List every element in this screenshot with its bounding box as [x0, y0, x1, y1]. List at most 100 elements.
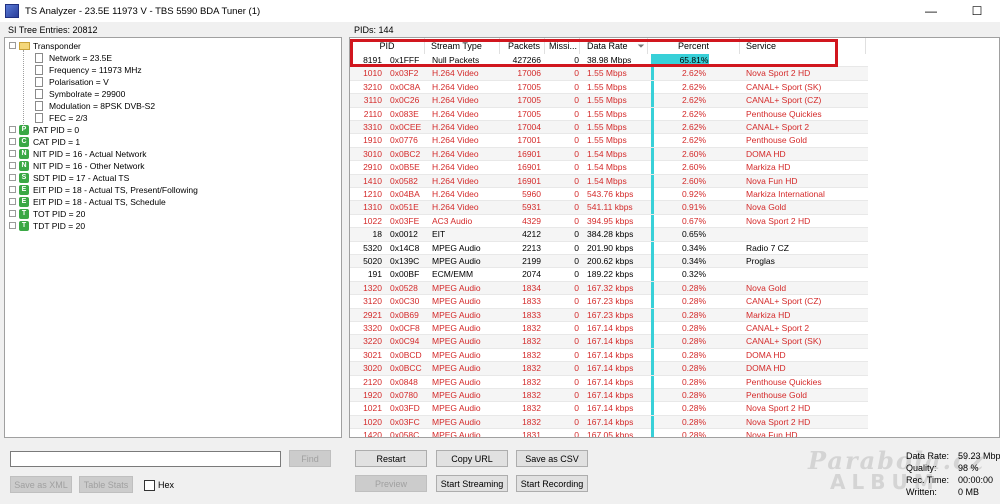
tree-item[interactable]: Network = 23.5E [5, 52, 335, 64]
table-row[interactable]: 5320 0x14C8 MPEG Audio 2213 0 201.90 kbps 0.34… [350, 241, 868, 255]
table-row[interactable]: 1410 0x0582 H.264 Video 16901 0 1.54 Mbps 2.60… [350, 174, 868, 188]
cell-missing: 0 [574, 95, 579, 106]
table-row[interactable]: 1210 0x04BA H.264 Video 5960 0 543.76 kbps 0.9… [350, 188, 868, 202]
table-row[interactable]: 1910 0x0776 H.264 Video 17001 0 1.55 Mbps 2.62… [350, 134, 868, 148]
table-row[interactable]: 1320 0x0528 MPEG Audio 1834 0 167.32 kbps 0.28… [350, 281, 868, 296]
table-row[interactable]: 3120 0x0C30 MPEG Audio 1833 0 167.23 kbps 0.28… [350, 295, 868, 309]
copy-url-button[interactable]: Copy URL [436, 450, 508, 467]
cell-pid-dec: 1920 [363, 390, 382, 400]
table-row[interactable]: 3210 0x0C8A H.264 Video 17005 0 1.55 Mbps 2.62… [350, 80, 868, 95]
table-row[interactable]: 3220 0x0C94 MPEG Audio 1832 0 167.14 kbps 0.28… [350, 335, 868, 349]
table-row[interactable]: 2910 0x0B5E H.264 Video 16901 0 1.54 Mbps 2.60… [350, 161, 868, 175]
table-row[interactable]: 1021 0x03FD MPEG Audio 1832 0 167.14 kbps 0.28… [350, 402, 868, 416]
tree-item[interactable]: T TOT PID = 20 [5, 208, 335, 220]
cell-missing: 0 [574, 229, 579, 240]
expand-icon[interactable] [9, 198, 16, 205]
tree-item[interactable]: S SDT PID = 17 - Actual TS [5, 172, 335, 184]
expand-icon[interactable] [9, 174, 16, 181]
restart-button[interactable]: Restart [355, 450, 427, 467]
table-row[interactable]: 1420 0x058C MPEG Audio 1831 0 167.05 kbps 0.28… [350, 429, 868, 438]
search-input[interactable] [10, 451, 281, 467]
table-row[interactable]: 191 0x00BF ECM/EMM 2074 0 189.22 kbps 0.32% [350, 268, 868, 282]
table-row[interactable]: 2120 0x0848 MPEG Audio 1832 0 167.14 kbps 0.28… [350, 375, 868, 389]
table-row[interactable]: 18 0x0012 EIT 4212 0 384.28 kbps 0.65% [350, 228, 868, 242]
cell-packets: 1834 [522, 282, 541, 293]
cell-pid-hex: 0x0CF8 [390, 323, 420, 333]
rec-time-value: 00:00:00 [958, 475, 994, 485]
start-recording-button[interactable]: Start Recording [516, 475, 588, 492]
tree-item[interactable]: E EIT PID = 18 - Actual TS, Schedule [5, 196, 335, 208]
tree-item[interactable]: Modulation = 8PSK DVB-S2 [5, 100, 335, 112]
start-streaming-button[interactable]: Start Streaming [436, 475, 508, 492]
find-button[interactable]: Find [289, 450, 331, 467]
expand-icon[interactable] [9, 138, 16, 145]
table-stats-button[interactable]: Table Stats [79, 476, 133, 493]
table-row[interactable]: 1010 0x03F2 H.264 Video 17006 0 1.55 Mbps 2.62… [350, 67, 868, 81]
si-tree[interactable]: Transponder Network = 23.5E Frequency = 11… [4, 37, 342, 438]
tree-item[interactable]: FEC = 2/3 [5, 112, 335, 124]
tree-item[interactable]: T TDT PID = 20 [5, 220, 335, 232]
tree-item[interactable]: Symbolrate = 29900 [5, 88, 335, 100]
table-row[interactable]: 1022 0x03FE AC3 Audio 4329 0 394.95 kbps 0.67%… [350, 214, 868, 229]
tree-item[interactable]: E EIT PID = 18 - Actual TS, Present/Follo… [5, 184, 335, 196]
tree-item[interactable]: C CAT PID = 1 [5, 136, 335, 148]
table-row[interactable]: 3021 0x0BCD MPEG Audio 1832 0 167.14 kbps 0.28… [350, 348, 868, 363]
pid-table[interactable]: PID Stream Type Packets Missi... Data Rate ⏷ P… [349, 37, 1000, 438]
table-row[interactable]: 3020 0x0BCC MPEG Audio 1832 0 167.14 kbps 0.28… [350, 362, 868, 376]
table-row[interactable]: 5020 0x139C MPEG Audio 2199 0 200.62 kbps 0.34… [350, 255, 868, 269]
tree-item[interactable]: N NIT PID = 16 - Actual Network [5, 148, 335, 160]
cell-pid-hex: 0x058C [390, 430, 420, 438]
cell-pid-hex: 0x0012 [390, 229, 418, 240]
expand-icon[interactable] [9, 162, 16, 169]
expand-icon[interactable] [9, 222, 16, 229]
cell-pid-hex: 0x03FC [390, 416, 420, 427]
minimize-button[interactable]: — [908, 0, 954, 22]
cell-pid-dec: 1320 [363, 282, 382, 293]
cell-stream-type: MPEG Audio [432, 363, 481, 374]
tree-connector-line [23, 50, 24, 126]
expand-icon[interactable] [9, 210, 16, 217]
pids-header: PIDs: 144 [354, 25, 394, 35]
save-as-csv-button[interactable]: Save as CSV [516, 450, 588, 467]
expand-icon[interactable] [9, 150, 16, 157]
cell-missing: 0 [574, 390, 579, 400]
table-row[interactable]: 3010 0x0BC2 H.264 Video 16901 0 1.54 Mbps 2.60… [350, 147, 868, 162]
table-row[interactable]: 2110 0x083E H.264 Video 17005 0 1.55 Mbps 2.62… [350, 107, 868, 121]
cell-service: Nova Gold [746, 202, 787, 213]
cell-missing: 0 [574, 135, 579, 146]
data-rate-label: Data Rate: [906, 451, 950, 461]
cell-percent: 2.62% [681, 95, 707, 106]
si-tree-header: SI Tree Entries: 20812 [8, 25, 98, 35]
preview-button[interactable]: Preview [355, 475, 427, 492]
maximize-button[interactable]: ☐ [954, 0, 1000, 22]
cell-missing: 0 [574, 242, 579, 253]
cell-data-rate: 167.05 kbps [587, 430, 634, 438]
document-icon [35, 89, 43, 99]
hex-checkbox[interactable] [144, 480, 155, 491]
table-row[interactable]: 1310 0x051E H.264 Video 5931 0 541.11 kbps 0.9… [350, 201, 868, 215]
tree-item[interactable]: Frequency = 11973 MHz [5, 64, 335, 76]
table-row[interactable]: 1920 0x0780 MPEG Audio 1832 0 167.14 kbps 0.28… [350, 389, 868, 403]
cell-missing: 0 [574, 215, 579, 226]
cell-pid-dec: 1210 [363, 189, 382, 199]
tree-item[interactable]: Polarisation = V [5, 76, 335, 88]
expand-icon[interactable] [9, 126, 16, 133]
tree-item[interactable]: Transponder [5, 40, 335, 52]
table-row[interactable]: 3320 0x0CF8 MPEG Audio 1832 0 167.14 kbps 0.28… [350, 322, 868, 336]
table-row[interactable]: 2921 0x0B69 MPEG Audio 1833 0 167.23 kbps 0.28… [350, 308, 868, 322]
cell-pid-dec: 3021 [363, 349, 382, 360]
table-row[interactable]: 1020 0x03FC MPEG Audio 1832 0 167.14 kbps 0.28… [350, 415, 868, 430]
cell-percent: 2.62% [681, 68, 707, 79]
cell-packets: 1831 [522, 430, 541, 438]
table-row[interactable]: 3110 0x0C26 H.264 Video 17005 0 1.55 Mbps 2.62… [350, 94, 868, 108]
cell-pid-dec: 3320 [363, 323, 382, 333]
cell-pid-hex: 0x0CEE [390, 122, 422, 132]
cell-pid-dec: 1020 [363, 416, 382, 427]
table-row[interactable]: 3310 0x0CEE H.264 Video 17004 0 1.55 Mbps 2.62… [350, 121, 868, 135]
expand-icon[interactable] [9, 186, 16, 193]
collapse-icon[interactable] [9, 42, 16, 49]
cell-percent: 2.62% [681, 135, 707, 146]
save-as-xml-button[interactable]: Save as XML [10, 476, 72, 493]
tree-item[interactable]: N NIT PID = 16 - Other Network [5, 160, 335, 172]
tree-item[interactable]: P PAT PID = 0 [5, 124, 335, 136]
